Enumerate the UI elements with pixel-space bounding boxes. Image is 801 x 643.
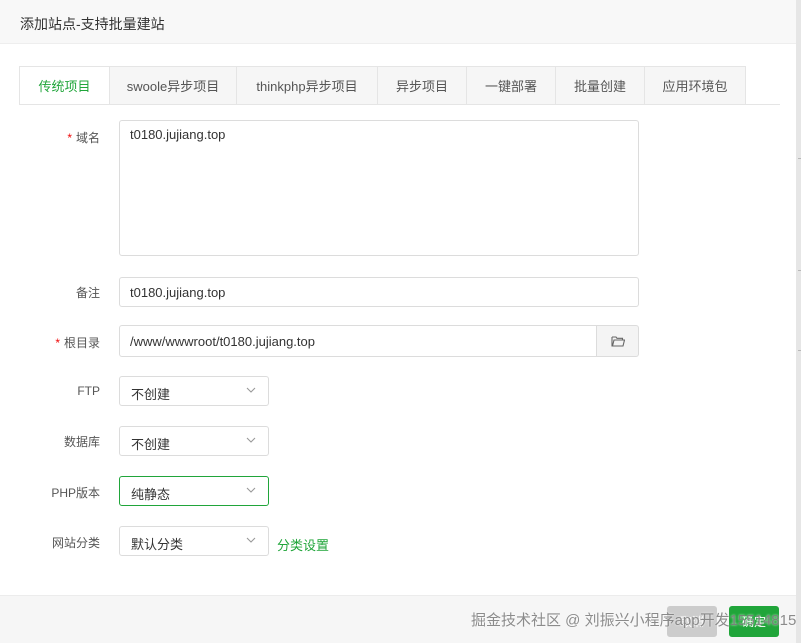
tab-thinkphp[interactable]: thinkphp异步项目 <box>237 66 378 105</box>
background-page-edge <box>796 0 801 643</box>
browse-folder-button[interactable] <box>596 325 639 357</box>
remark-label: 备注 <box>75 286 100 300</box>
php-version-label: PHP版本 <box>51 486 100 500</box>
remark-input[interactable] <box>119 277 639 307</box>
cancel-button[interactable]: 取消 <box>667 606 717 637</box>
tabs-divider <box>19 104 780 105</box>
site-category-select-value: 默认分类 <box>131 537 184 552</box>
tab-app-env-package[interactable]: 应用环境包 <box>645 66 746 105</box>
dialog-title-bar: 添加站点-支持批量建站 <box>0 0 796 44</box>
category-settings-link[interactable]: 分类设置 <box>277 535 329 554</box>
required-mark: * <box>55 336 60 350</box>
chevron-down-icon <box>246 487 256 493</box>
domain-textarea[interactable]: t0180.jujiang.top <box>119 120 639 256</box>
folder-icon <box>610 336 625 347</box>
site-category-select[interactable]: 默认分类 <box>119 526 269 556</box>
tab-traditional[interactable]: 传统项目 <box>19 66 110 105</box>
php-version-select[interactable]: 纯静态 <box>119 476 269 506</box>
root-dir-label: * 根目录 <box>55 336 100 350</box>
domain-label: * 域名 <box>67 131 100 145</box>
database-select-value: 不创建 <box>131 437 171 452</box>
chevron-down-icon <box>246 437 256 443</box>
tab-batch-create[interactable]: 批量创建 <box>556 66 645 105</box>
confirm-button[interactable]: 确定 <box>729 606 779 637</box>
chevron-down-icon <box>246 387 256 393</box>
tab-swoole[interactable]: swoole异步项目 <box>110 66 237 105</box>
root-dir-input[interactable] <box>119 325 597 357</box>
add-site-dialog: 添加站点-支持批量建站 传统项目 swoole异步项目 thinkphp异步项目… <box>0 0 796 643</box>
dialog-title: 添加站点-支持批量建站 <box>20 16 165 32</box>
ftp-label: FTP <box>77 384 100 398</box>
chevron-down-icon <box>246 537 256 543</box>
ftp-select[interactable]: 不创建 <box>119 376 269 406</box>
tab-one-click-deploy[interactable]: 一键部署 <box>467 66 556 105</box>
ftp-select-value: 不创建 <box>131 387 171 402</box>
site-category-label: 网站分类 <box>51 536 100 550</box>
database-select[interactable]: 不创建 <box>119 426 269 456</box>
required-mark: * <box>67 131 72 145</box>
database-label: 数据库 <box>63 435 100 449</box>
tab-async[interactable]: 异步项目 <box>378 66 467 105</box>
project-type-tabs: 传统项目 swoole异步项目 thinkphp异步项目 异步项目 一键部署 批… <box>19 66 746 105</box>
php-version-select-value: 纯静态 <box>131 487 171 502</box>
